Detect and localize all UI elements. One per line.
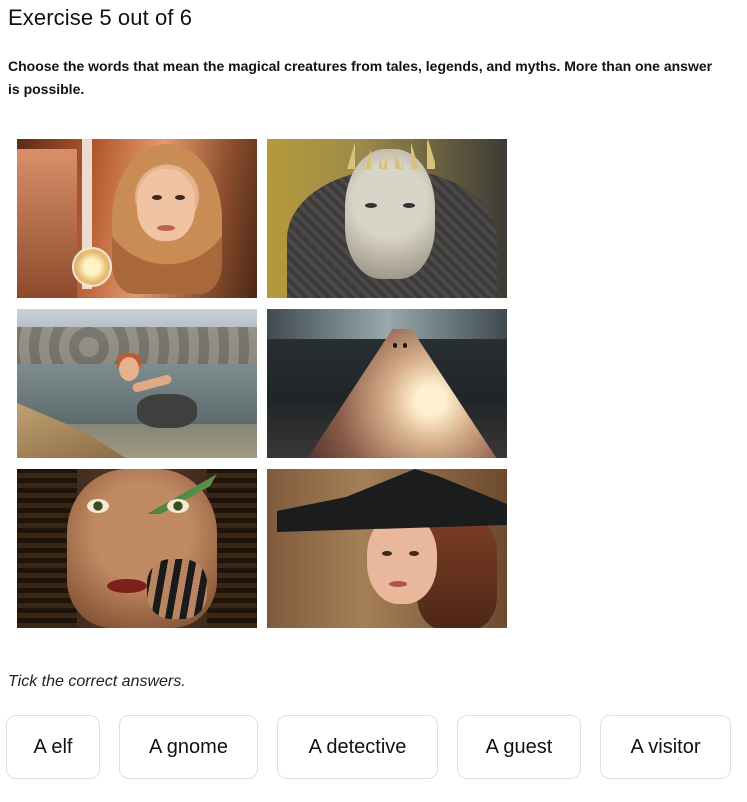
answer-prompt: Tick the correct answers. [8,673,186,690]
photo-elf-woman-with-lantern [17,139,257,298]
photo-ghost-sheet [267,309,507,458]
photo-elf-with-green-makeup [17,469,257,628]
photo-witch-hat-woman [267,469,507,628]
answer-options: A elf A gnome A detective A guest A visi… [0,715,747,781]
image-grid [17,139,507,629]
option-a-visitor[interactable]: A visitor [600,715,731,779]
exercise-title: Exercise 5 out of 6 [8,5,193,30]
option-a-guest[interactable]: A guest [457,715,581,779]
photo-spiked-creature [267,139,507,298]
option-a-gnome[interactable]: A gnome [119,715,258,779]
option-a-detective[interactable]: A detective [277,715,438,779]
exercise-instruction: Choose the words that mean the magical c… [8,58,713,97]
option-a-elf[interactable]: A elf [6,715,100,779]
photo-woman-in-water [17,309,257,458]
